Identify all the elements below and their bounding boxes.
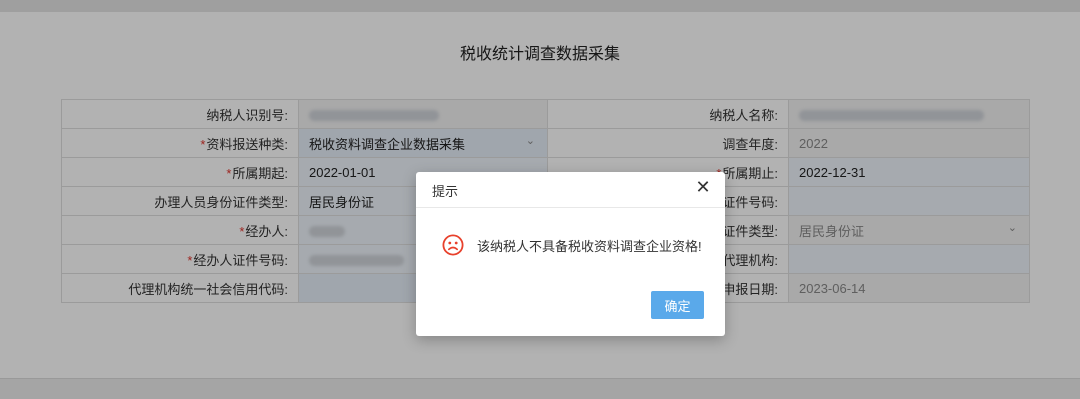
close-icon[interactable]: ✕ [693, 177, 713, 199]
dialog-title: 提示 [432, 184, 459, 199]
dialog-header: 提示 ✕ [416, 172, 725, 208]
dialog-message: 该纳税人不具备税收资料调查企业资格! [477, 239, 702, 254]
confirm-button[interactable]: 确定 [651, 291, 704, 319]
sad-face-icon [442, 234, 464, 256]
alert-dialog: 提示 ✕ 该纳税人不具备税收资料调查企业资格! 确定 [416, 172, 725, 336]
